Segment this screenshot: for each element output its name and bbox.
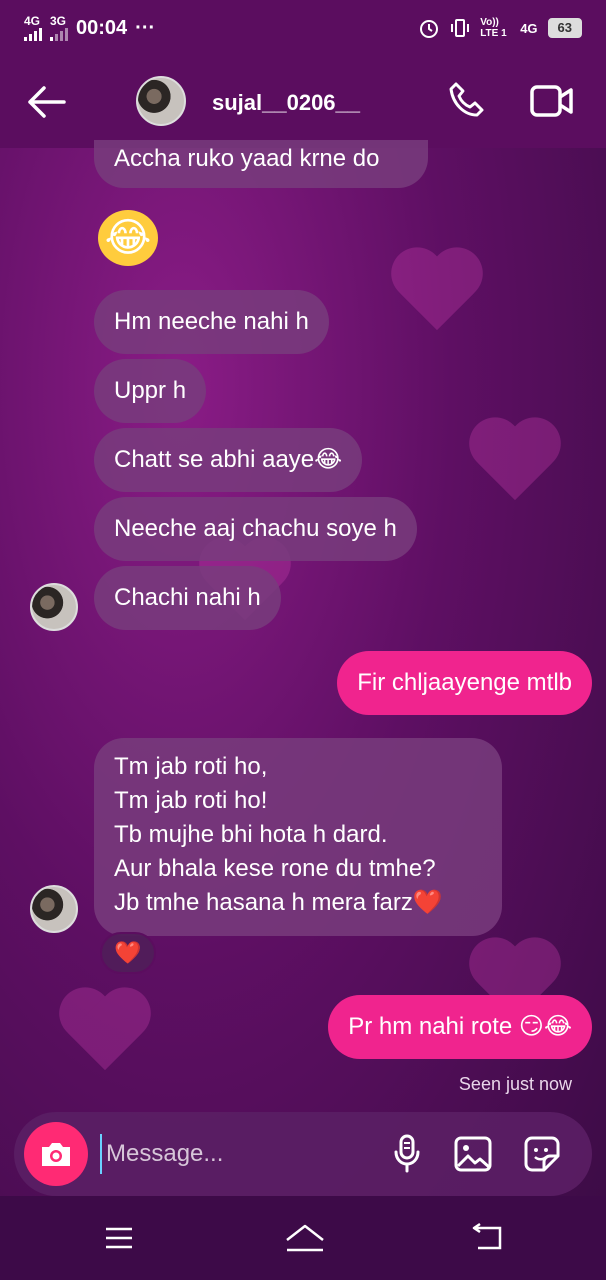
menu-icon[interactable] (104, 1226, 134, 1250)
outgoing-message[interactable]: Fir chljaayenge mtlb (337, 651, 592, 715)
microphone-icon[interactable] (392, 1134, 422, 1174)
sender-avatar (30, 885, 78, 933)
incoming-message[interactable]: Uppr h (94, 359, 207, 423)
gallery-icon[interactable] (454, 1136, 492, 1172)
net-label-2: 3G (50, 14, 67, 28)
seen-status: Seen just now (458, 1074, 572, 1094)
home-icon[interactable] (284, 1222, 326, 1254)
camera-icon (42, 1143, 70, 1166)
volte-label: Vo)) LTE 1 (480, 17, 507, 39)
chat-header: sujal__0206__ (0, 56, 606, 148)
vibrate-icon (451, 19, 470, 37)
sender-avatar (30, 583, 78, 631)
network-indicator-1: 4G (24, 15, 42, 41)
message-input[interactable] (100, 1134, 370, 1174)
laughing-emoji-message[interactable]: 😂 (98, 210, 158, 266)
incoming-message[interactable]: Chachi nahi h (94, 566, 281, 630)
contact-avatar[interactable] (136, 76, 186, 126)
incoming-message[interactable]: Neeche aaj chachu soye h (94, 497, 417, 561)
incoming-message[interactable]: Hm neeche nahi h (94, 290, 329, 354)
signal-icon (24, 27, 42, 41)
net-label-1: 4G (24, 14, 41, 28)
battery-indicator: 63 (547, 18, 582, 38)
net-label-3: 4G (520, 20, 538, 36)
incoming-message[interactable]: Chatt se abhi aaye😂 (94, 428, 363, 492)
nav-back-icon[interactable] (470, 1222, 504, 1252)
back-arrow-icon[interactable] (26, 86, 66, 118)
more-dots: ··· (135, 16, 156, 39)
network-indicator-2: 3G (50, 15, 68, 41)
sticker-icon[interactable] (522, 1136, 562, 1172)
heart-reaction[interactable]: ❤️ (100, 932, 156, 974)
background-heart (392, 250, 482, 330)
video-call-icon[interactable] (530, 84, 574, 118)
background-heart (470, 420, 560, 500)
status-left: 4G 3G 00:04 ··· (24, 15, 155, 41)
incoming-message-multiline[interactable]: Tm jab roti ho, Tm jab roti ho! Tb mujhe… (94, 738, 502, 936)
system-nav-bar (0, 1196, 606, 1280)
signal-icon (50, 27, 68, 41)
alarm-icon (420, 20, 439, 38)
incoming-message[interactable]: Accha ruko yaad krne do (94, 140, 428, 188)
status-right: Vo)) LTE 1 4G 63 (418, 17, 582, 39)
clock: 00:04 (76, 16, 128, 39)
contact-username[interactable]: sujal__0206__ (212, 90, 360, 116)
camera-button[interactable] (24, 1122, 88, 1186)
phone-call-icon[interactable] (446, 80, 488, 122)
message-composer (14, 1112, 592, 1196)
background-heart (60, 990, 150, 1070)
status-bar: 4G 3G 00:04 ··· Vo)) LTE 1 4G 63 (0, 0, 606, 56)
outgoing-message[interactable]: Pr hm nahi rote 😏😂 (328, 995, 592, 1059)
